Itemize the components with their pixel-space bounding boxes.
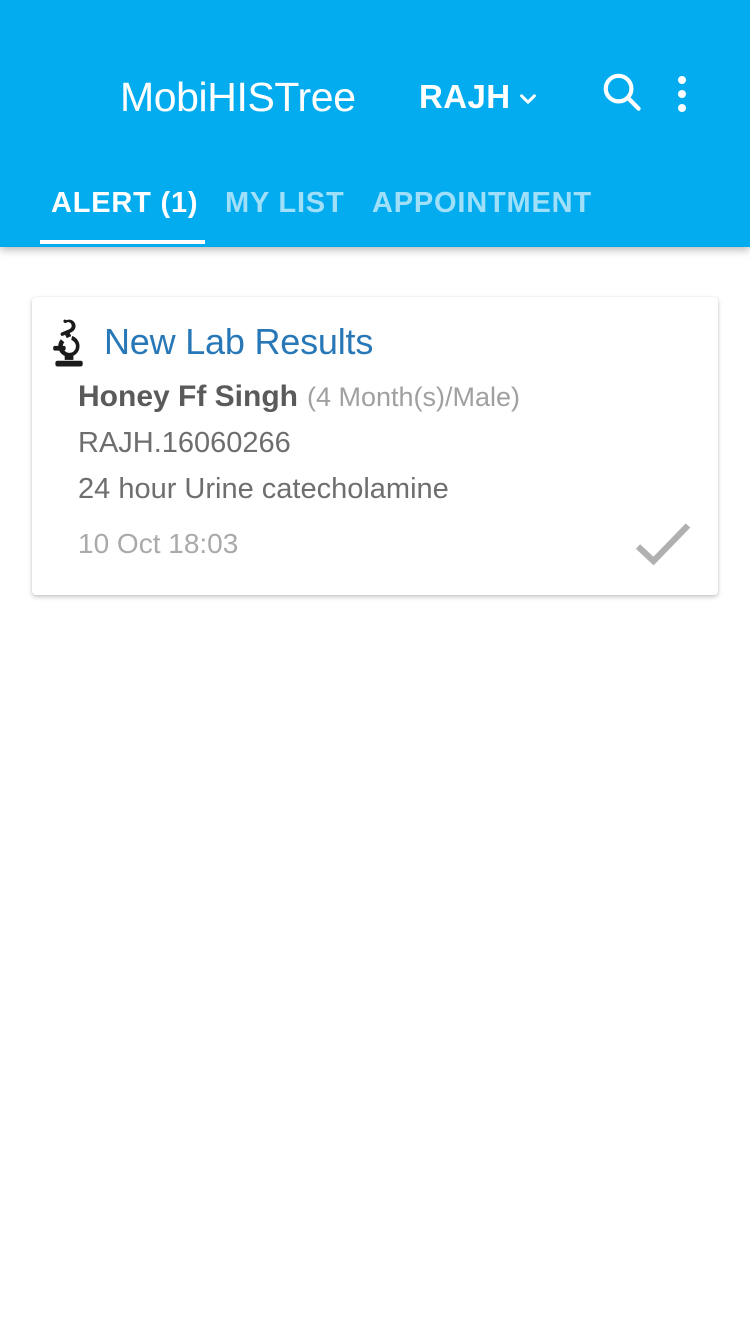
patient-name: Honey Ff Singh	[78, 380, 298, 413]
patient-mrn: RAJH.16060266	[78, 427, 291, 459]
active-tab-indicator	[40, 240, 205, 244]
tab-alert[interactable]: ALERT (1)	[51, 163, 198, 243]
search-button[interactable]	[598, 70, 646, 118]
patient-demographics: (4 Month(s)/Male)	[307, 382, 521, 412]
alert-card-title: New Lab Results	[104, 321, 374, 362]
patient-identity-line: Honey Ff Singh (4 Month(s)/Male)	[78, 379, 696, 415]
tab-bar: ALERT (1) MY LIST APPOINTMENT	[0, 163, 750, 247]
alert-card-header: New Lab Results	[32, 297, 718, 367]
alert-list: New Lab Results Honey Ff Singh (4 Month(…	[0, 247, 750, 1334]
microscope-icon	[46, 317, 92, 367]
org-selector-label: RAJH	[419, 78, 511, 115]
org-selector[interactable]: RAJH	[419, 78, 539, 116]
alert-card[interactable]: New Lab Results Honey Ff Singh (4 Month(…	[32, 297, 718, 595]
chevron-down-icon	[517, 88, 539, 110]
tab-my-list[interactable]: MY LIST	[225, 163, 344, 243]
more-vertical-icon-dot-3	[678, 104, 686, 112]
check-icon[interactable]	[634, 519, 692, 569]
more-vertical-icon-dot-1	[678, 76, 686, 84]
lab-test-name: 24 hour Urine catecholamine	[78, 473, 449, 505]
search-icon	[598, 68, 646, 121]
alert-timestamp: 10 Oct 18:03	[78, 528, 239, 559]
overflow-menu-button[interactable]	[664, 68, 700, 120]
alert-card-body: Honey Ff Singh (4 Month(s)/Male) RAJH.16…	[32, 367, 718, 507]
alert-card-footer: 10 Oct 18:03	[32, 519, 718, 595]
app-bar: MobiHISTree RAJH ALERT (1) MY LIST APPOI…	[0, 0, 750, 247]
tab-appointment[interactable]: APPOINTMENT	[372, 163, 592, 243]
more-vertical-icon-dot-2	[678, 90, 686, 98]
page-title: MobiHISTree	[120, 74, 356, 120]
